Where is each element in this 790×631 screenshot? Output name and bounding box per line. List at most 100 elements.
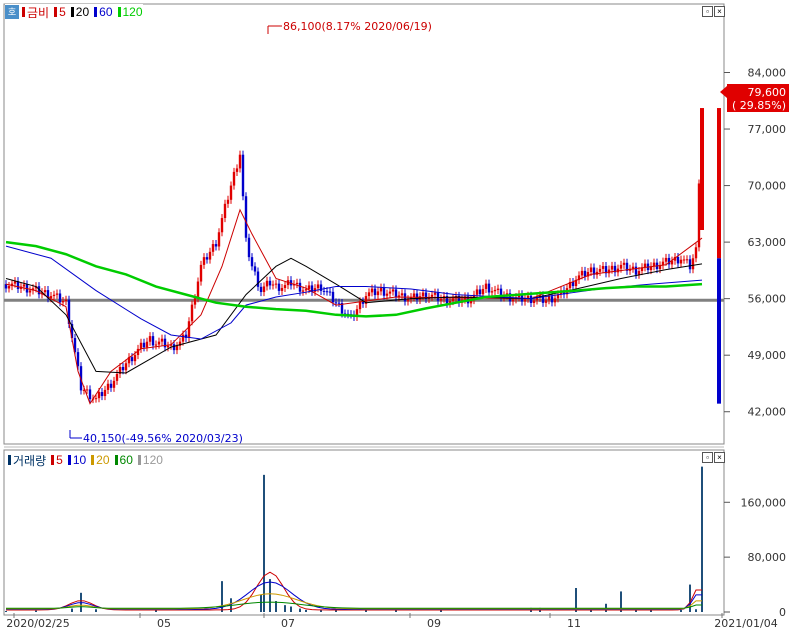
price-panel-frame <box>3 3 725 445</box>
candle-body <box>58 293 62 303</box>
price-close-icon[interactable]: × <box>714 6 725 17</box>
price-minimize-icon[interactable]: ▫ <box>702 6 713 17</box>
candle-body <box>481 288 485 295</box>
candle-body <box>367 292 371 297</box>
candle-body <box>220 218 224 233</box>
candle-body <box>439 298 443 301</box>
candle-body <box>415 293 419 300</box>
candle-body <box>235 168 239 172</box>
volume-bar <box>95 609 97 612</box>
candle-body <box>697 183 701 248</box>
candle-body <box>259 286 263 293</box>
candle-body <box>316 284 320 289</box>
x-tick-label: 2021/01/04 <box>714 617 777 630</box>
legend-vma20[interactable]: 20 <box>96 453 109 467</box>
volume-bar <box>263 474 265 612</box>
legend-volume[interactable]: 거래량 <box>13 452 46 469</box>
legend-vma5[interactable]: 5 <box>56 453 63 467</box>
volume-close-icon[interactable]: × <box>714 452 725 463</box>
range-bar-down <box>717 258 721 404</box>
candle-body <box>61 301 65 303</box>
candle-body <box>478 289 482 295</box>
candle-body <box>325 291 329 293</box>
volume-minimize-icon[interactable]: ▫ <box>702 452 713 463</box>
candle-body <box>280 287 284 291</box>
candle-body <box>175 345 179 351</box>
candle-body <box>475 289 479 295</box>
candle-body <box>322 290 326 292</box>
candle-body <box>553 298 557 303</box>
candle-body <box>571 282 575 287</box>
legend-vma10[interactable]: 10 <box>73 453 86 467</box>
candle-body <box>262 286 266 293</box>
candle-body <box>676 256 680 264</box>
candle-body <box>493 289 497 292</box>
volume-bar <box>305 609 307 612</box>
candle-body <box>238 154 242 169</box>
candle-body <box>226 199 230 204</box>
candle-body <box>307 285 311 290</box>
candle-body <box>205 257 209 260</box>
volume-bar <box>35 610 37 612</box>
candle-body <box>115 373 119 381</box>
legend-ma20[interactable]: 20 <box>76 5 89 19</box>
candle-body <box>388 291 392 294</box>
candle-body <box>412 293 416 298</box>
legend-ma5[interactable]: 5 <box>59 5 66 19</box>
candle-body <box>43 290 47 293</box>
candle-body <box>94 398 98 400</box>
candle-body <box>634 266 638 275</box>
x-tick-label: 05 <box>157 617 171 630</box>
candle-body <box>385 293 389 296</box>
volume-tick-label: 0 <box>779 606 786 619</box>
candle-body <box>247 237 251 258</box>
legend-swatch <box>22 7 25 17</box>
candle-body <box>484 283 488 289</box>
candle-body <box>268 280 272 286</box>
candle-body <box>271 284 275 286</box>
price-tick-label: 49,000 <box>748 349 787 362</box>
candle-body <box>679 259 683 264</box>
candle-body <box>394 289 398 298</box>
candle-body <box>232 171 236 186</box>
x-tick-label: 07 <box>281 617 295 630</box>
legend-swatch <box>70 7 74 17</box>
candle-body <box>133 355 137 362</box>
x-tick-label: 09 <box>427 617 441 630</box>
candle-body <box>157 341 161 345</box>
legend-ma60[interactable]: 60 <box>99 5 112 19</box>
last-candle <box>700 108 704 230</box>
candle-body <box>28 290 32 293</box>
legend-stock[interactable]: 금비 <box>27 4 49 21</box>
candle-body <box>103 389 107 397</box>
candle-body <box>379 287 383 292</box>
candle-body <box>7 286 11 289</box>
candle-body <box>217 232 221 247</box>
candle-body <box>451 298 455 302</box>
candle-body <box>550 296 554 303</box>
current-price-label: 79,600 ( 29.85%) <box>720 84 789 112</box>
legend-swatch <box>91 455 95 465</box>
legend-swatch <box>94 7 98 17</box>
candle-body <box>298 282 302 292</box>
candle-body <box>664 257 668 262</box>
candle-body <box>607 269 611 274</box>
legend-swatch <box>67 455 71 465</box>
candle-body <box>55 293 59 295</box>
candle-body <box>85 389 89 391</box>
volume-bar <box>5 610 7 612</box>
candle-body <box>112 380 116 388</box>
legend-ma120[interactable]: 120 <box>123 5 143 19</box>
price-tick-label: 56,000 <box>748 293 787 306</box>
candle-body <box>583 270 587 277</box>
candle-body <box>148 336 152 342</box>
legend-vma60[interactable]: 60 <box>120 453 133 467</box>
candle-body <box>643 263 647 268</box>
candle-body <box>121 366 125 371</box>
candle-body <box>511 299 515 302</box>
candle-body <box>241 154 245 197</box>
collapse-icon[interactable]: 호 <box>5 5 19 19</box>
candle-body <box>610 265 614 270</box>
legend-vma120[interactable]: 120 <box>143 453 163 467</box>
candle-body <box>229 185 233 200</box>
